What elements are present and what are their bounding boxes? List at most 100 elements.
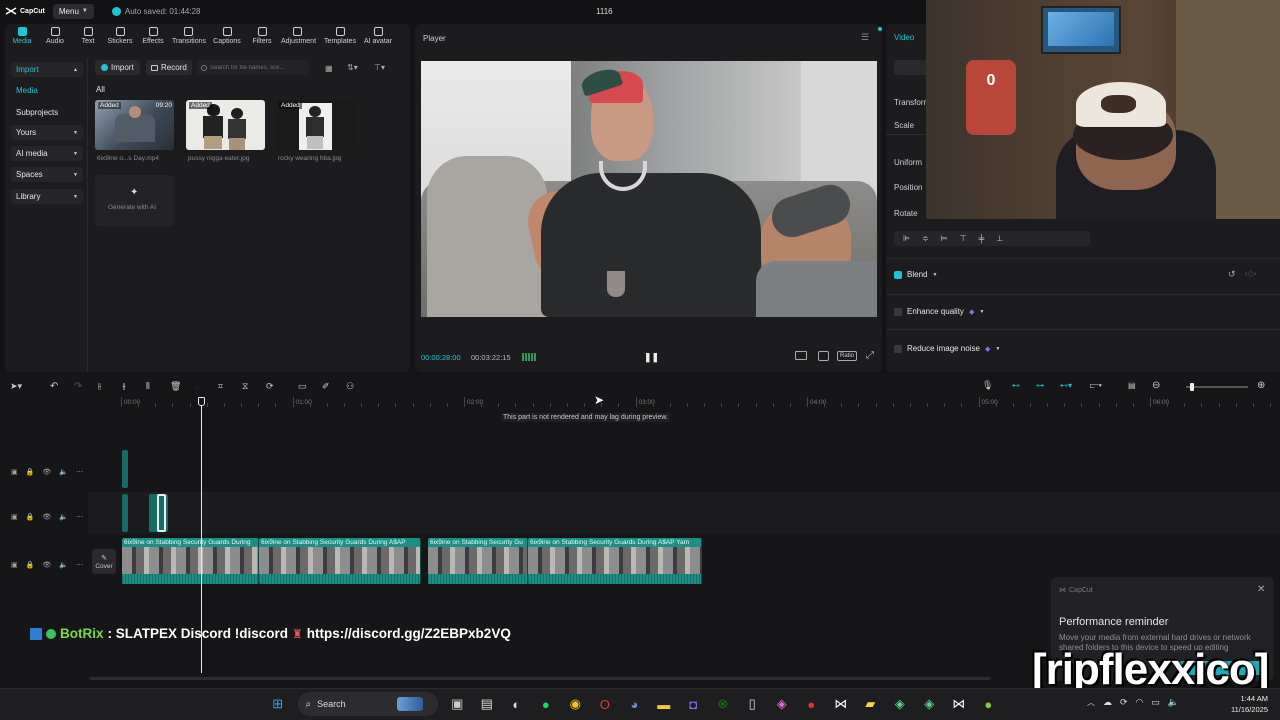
timeline-ruler[interactable]: 00:00 01:00 02:00 03:00 04:00 05:00 06:00 bbox=[88, 397, 1280, 411]
align-left-icon[interactable]: ⊫ bbox=[903, 234, 910, 243]
split-right-icon[interactable]: ⫴ bbox=[146, 381, 170, 392]
more-icon[interactable]: ⋯ bbox=[76, 513, 83, 521]
magic-icon[interactable]: ✐ bbox=[322, 381, 346, 392]
media-item[interactable]: Added bbox=[276, 100, 355, 150]
filter-icon[interactable]: ⊤▾ bbox=[374, 63, 385, 72]
ratio-button[interactable]: Ratio bbox=[837, 351, 857, 361]
clip-selection-handle[interactable] bbox=[157, 494, 166, 532]
lock-icon[interactable]: 🔒 bbox=[26, 513, 35, 521]
tab-media[interactable]: Media bbox=[6, 27, 38, 45]
tab-video[interactable]: Video bbox=[894, 33, 914, 42]
zoom-slider[interactable] bbox=[1186, 383, 1248, 391]
tab-effects[interactable]: Effects bbox=[137, 27, 169, 45]
tab-text[interactable]: Text bbox=[72, 27, 104, 45]
chrome-icon[interactable]: ◉ bbox=[561, 696, 591, 712]
align-right-icon[interactable]: ⊨ bbox=[941, 234, 948, 243]
app-icon[interactable]: ◈ bbox=[885, 696, 915, 712]
sidebar-item-media[interactable]: Media bbox=[16, 86, 38, 95]
zoom-out-icon[interactable]: ⊖ bbox=[1152, 380, 1170, 391]
folder-icon[interactable]: ▬ bbox=[649, 697, 679, 712]
reduce-noise-row[interactable]: Reduce image noise ◆ ▼ bbox=[894, 344, 1000, 353]
video-clip[interactable]: 6ix9ine on Stabbing Security Gu bbox=[428, 538, 528, 584]
tab-audio[interactable]: Audio bbox=[39, 27, 71, 45]
link-main-track-icon[interactable]: ⊷ bbox=[1012, 381, 1036, 390]
track-toggle-icon[interactable]: ▣ bbox=[11, 513, 18, 521]
import-button[interactable]: Import bbox=[95, 60, 140, 75]
captions-track-icon[interactable]: ▤ bbox=[1128, 381, 1152, 390]
sync-icon[interactable]: ⟳ bbox=[1120, 697, 1128, 708]
battery-icon[interactable]: ▭ bbox=[1151, 697, 1160, 708]
microphone-icon[interactable]: 🎙 bbox=[982, 380, 1012, 391]
sidebar-item-import[interactable]: Import ▲ bbox=[11, 62, 83, 77]
explorer-icon[interactable]: ▤ bbox=[472, 696, 502, 712]
player-menu-icon[interactable]: ☰ bbox=[861, 32, 869, 43]
sort-icon[interactable]: ⇅▾ bbox=[347, 63, 358, 72]
media-search-field[interactable] bbox=[197, 60, 309, 75]
split-left-icon[interactable]: ⫳ bbox=[122, 381, 146, 392]
eye-icon[interactable]: 👁 bbox=[42, 513, 51, 521]
discord-icon[interactable]: ◕ bbox=[620, 697, 650, 712]
select-tool-icon[interactable]: ➤▾ bbox=[10, 381, 32, 392]
generate-with-ai-button[interactable]: ✦ Generate with AI bbox=[95, 175, 174, 226]
magnet-icon[interactable]: ⊶ bbox=[1036, 381, 1060, 390]
track-clip[interactable] bbox=[122, 494, 128, 532]
more-icon[interactable]: ⋯ bbox=[76, 561, 83, 569]
chevron-up-icon[interactable]: ︿ bbox=[1087, 697, 1095, 708]
video-clip[interactable]: 6ix9ine on Stabbing Security Guards Duri… bbox=[528, 538, 702, 584]
tab-filters[interactable]: Filters bbox=[246, 27, 278, 45]
tab-templates[interactable]: Templates bbox=[324, 27, 356, 45]
task-view-icon[interactable]: ▣ bbox=[443, 696, 473, 712]
windows-start-icon[interactable]: ⊞ bbox=[263, 696, 293, 712]
enhance-quality-row[interactable]: Enhance quality ◆ ▼ bbox=[894, 307, 984, 316]
shield-icon[interactable]: ◌ bbox=[194, 382, 218, 392]
preview-axis-icon[interactable]: ⫍▾ bbox=[1090, 381, 1128, 391]
lock-icon[interactable]: 🔒 bbox=[26, 561, 35, 569]
capcut-icon[interactable]: ⋈ bbox=[826, 696, 856, 712]
media-item[interactable]: Added bbox=[186, 100, 265, 150]
reset-icon[interactable]: ↺ bbox=[1228, 269, 1236, 280]
filter-all-tab[interactable]: All bbox=[96, 85, 105, 94]
xbox-icon[interactable]: ⊗ bbox=[708, 696, 738, 712]
notes-icon[interactable]: ▰ bbox=[856, 696, 886, 712]
screenshot-icon[interactable] bbox=[818, 351, 829, 361]
keyframe-icon[interactable]: ‹◇› bbox=[1245, 269, 1256, 278]
tab-ai-avatar[interactable]: AI avatar bbox=[362, 27, 394, 45]
sidebar-item-library[interactable]: Library ▼ bbox=[11, 189, 83, 204]
tab-captions[interactable]: Captions bbox=[211, 27, 243, 45]
mirror-icon[interactable]: ⧖ bbox=[242, 381, 266, 392]
chat-link[interactable]: https://discord.gg/Z2EBPxb2VQ bbox=[307, 626, 511, 641]
volume-icon[interactable]: 🔈 bbox=[1168, 697, 1179, 708]
enhance-checkbox[interactable] bbox=[894, 307, 902, 316]
capcut-icon[interactable]: ⋈ bbox=[944, 696, 974, 712]
more-icon[interactable]: ⋯ bbox=[76, 468, 83, 476]
track-clip[interactable] bbox=[122, 450, 128, 488]
blend-row[interactable]: Blend ▼ bbox=[894, 270, 937, 279]
rotate-icon[interactable]: ⟳ bbox=[266, 381, 290, 392]
video-clip[interactable]: 6ix9ine on Stabbing Security Guards Duri… bbox=[259, 538, 421, 584]
zoom-in-icon[interactable]: ⊕ bbox=[1257, 380, 1265, 391]
timeline-scrollbar[interactable] bbox=[90, 677, 990, 680]
grid-view-icon[interactable]: ▦ bbox=[325, 64, 333, 73]
android-icon[interactable]: ● bbox=[974, 697, 1004, 712]
app-icon[interactable]: ◈ bbox=[767, 696, 797, 712]
app-icon[interactable]: ◈ bbox=[915, 696, 945, 712]
noise-checkbox[interactable] bbox=[894, 344, 902, 353]
crop-icon[interactable]: ⌗ bbox=[218, 381, 242, 392]
sidebar-item-subprojects[interactable]: Subprojects bbox=[16, 108, 58, 117]
linkage-icon[interactable]: ⊷▾ bbox=[1060, 381, 1090, 390]
tab-stickers[interactable]: Stickers bbox=[104, 27, 136, 45]
align-top-icon[interactable]: ⊤ bbox=[960, 234, 967, 243]
video-clip[interactable]: 6ix9ine on Stabbing Security Guards Duri… bbox=[122, 538, 259, 584]
fit-icon[interactable] bbox=[795, 351, 807, 360]
record-button[interactable]: Record bbox=[146, 60, 192, 75]
redo-icon[interactable]: ↷ bbox=[74, 381, 98, 392]
zoom-slider-thumb[interactable] bbox=[1190, 383, 1194, 391]
align-bottom-icon[interactable]: ⊥ bbox=[996, 234, 1003, 243]
delete-icon[interactable]: 🗑 bbox=[170, 381, 194, 392]
close-icon[interactable]: ✕ bbox=[1257, 584, 1265, 595]
clock[interactable]: 1:44 AM 11/16/2025 bbox=[1222, 694, 1268, 714]
fullscreen-icon[interactable]: ⤢ bbox=[866, 350, 874, 361]
media-search-input[interactable] bbox=[210, 64, 305, 71]
pause-icon[interactable]: ❚❚ bbox=[644, 352, 659, 363]
playhead-handle[interactable] bbox=[198, 397, 205, 406]
